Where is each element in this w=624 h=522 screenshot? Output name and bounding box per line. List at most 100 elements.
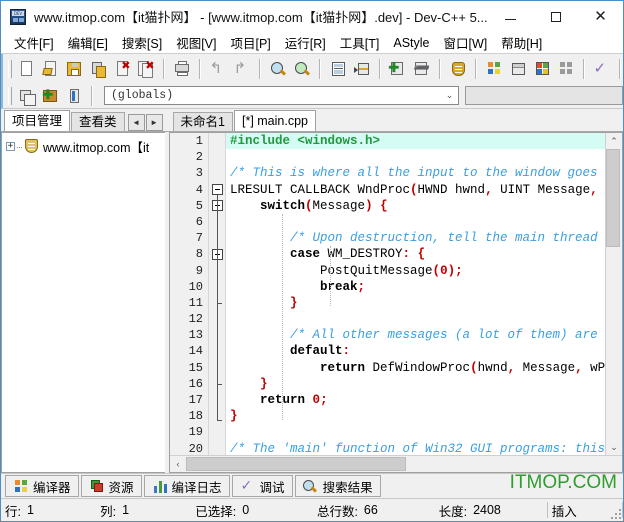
resize-grip[interactable]	[611, 509, 621, 519]
menu-item-window[interactable]: 窗口[W]	[437, 31, 495, 54]
magnifier-icon	[302, 479, 319, 494]
status-length-value: 2408	[473, 503, 501, 517]
dev-cpp-icon: DEV	[10, 8, 26, 25]
print-button[interactable]	[170, 57, 194, 80]
scope-combo[interactable]: (globals) ⌄	[104, 86, 459, 105]
bottom-tab-search-results[interactable]: 搜索结果	[294, 475, 381, 497]
line-number: 2	[195, 150, 203, 165]
status-selected: 已选择: 0	[191, 499, 313, 521]
line-number: 4	[195, 182, 203, 197]
menu-bar: 文件[F] 编辑[E] 搜索[S] 视图[V] 项目[P] 运行[R] 工具[T…	[1, 32, 623, 54]
code-area[interactable]: #include <windows.h> /* This is where al…	[226, 133, 605, 455]
new-project-button[interactable]	[14, 84, 38, 107]
editor-vertical-scrollbar[interactable]: ⌃ ⌄	[605, 133, 622, 455]
project-tree-root[interactable]: + www.itmop.com【it	[2, 133, 165, 158]
status-column-value: 1	[122, 503, 130, 517]
code-line[interactable]: #include <windows.h>	[226, 133, 605, 150]
tab-project-manager[interactable]: 项目管理	[4, 110, 71, 131]
minimize-button[interactable]	[488, 1, 533, 32]
fold-marker[interactable]	[212, 184, 223, 195]
vertical-scroll-track[interactable]	[606, 149, 622, 439]
editor-body: 1 2 3 4 5 6 7 8 9 10 11 12 13 14 15 16 1	[170, 133, 622, 455]
scroll-down-button[interactable]: ⌄	[606, 439, 622, 455]
chevron-down-icon[interactable]: ⌄	[441, 90, 458, 101]
bottom-tab-debug[interactable]: ✓ 调试	[231, 475, 293, 497]
open-file-button[interactable]	[38, 57, 62, 80]
toolbar-separator	[379, 58, 381, 79]
split-editor-button[interactable]	[350, 57, 374, 80]
menu-item-file[interactable]: 文件[F]	[7, 31, 61, 54]
code-line[interactable]: LRESULT CALLBACK WndProc(HWND hwnd, UINT…	[226, 182, 605, 198]
code-line[interactable]	[226, 424, 605, 440]
horizontal-scroll-thumb[interactable]	[186, 457, 406, 471]
vertical-scroll-thumb[interactable]	[606, 149, 620, 247]
line-number: 8	[195, 247, 203, 262]
code-line[interactable]: switch(Message) {	[226, 198, 605, 214]
tab-main-cpp[interactable]: [*] main.cpp	[233, 110, 316, 131]
menu-item-run[interactable]: 运行[R]	[278, 31, 333, 54]
indent-guide	[282, 214, 284, 420]
run-button[interactable]	[506, 57, 530, 80]
scroll-up-button[interactable]: ⌃	[606, 133, 622, 149]
tab-class-view[interactable]: 查看类	[71, 112, 125, 131]
new-source-button[interactable]: ✚	[38, 84, 62, 107]
toolbar-spacer-panel	[465, 86, 623, 105]
remove-from-project-button[interactable]: ➖	[410, 57, 434, 80]
save-button[interactable]	[62, 57, 86, 80]
new-file-button[interactable]	[14, 57, 38, 80]
menu-item-tools[interactable]: 工具[T]	[333, 31, 387, 54]
project-options-button[interactable]	[446, 57, 470, 80]
status-divider	[622, 502, 623, 518]
syntax-check-button[interactable]: ✓	[590, 57, 614, 80]
replace-button[interactable]	[290, 57, 314, 80]
compile-button[interactable]	[482, 57, 506, 80]
menu-item-project[interactable]: 项目[P]	[223, 31, 277, 54]
close-all-button[interactable]: ✖	[134, 57, 158, 80]
code-line[interactable]	[226, 149, 605, 165]
compile-run-button[interactable]	[530, 57, 554, 80]
code-folding-column[interactable]	[209, 133, 226, 455]
status-total-lines-label: 总行数:	[316, 504, 358, 519]
maximize-button[interactable]	[533, 1, 578, 32]
menu-item-search[interactable]: 搜索[S]	[115, 31, 169, 54]
bottom-tab-compile-log[interactable]: 编译日志	[143, 475, 230, 497]
color-squares-icon	[486, 61, 503, 77]
status-line-value: 1	[26, 503, 34, 517]
purple-check-icon: ✓	[240, 477, 253, 494]
bottom-tab-compiler[interactable]: 编译器	[5, 475, 79, 497]
code-line[interactable]: /* This is where all the input to the wi…	[226, 165, 605, 181]
tab-prev-button[interactable]: ◄	[127, 114, 145, 131]
menu-item-help[interactable]: 帮助[H]	[494, 31, 549, 54]
tab-untitled1[interactable]: 未命名1	[172, 112, 233, 131]
goto-line-button[interactable]	[326, 57, 350, 80]
editor-horizontal-scrollbar[interactable]: ‹	[170, 455, 622, 472]
close-file-button[interactable]: ✖	[110, 57, 134, 80]
scroll-left-button[interactable]: ‹	[170, 456, 186, 472]
find-button[interactable]	[266, 57, 290, 80]
line-number: 18	[188, 409, 203, 424]
toolbar-grip[interactable]	[6, 59, 12, 79]
redo-button[interactable]: ↱	[230, 57, 254, 80]
rebuild-all-button[interactable]	[554, 57, 578, 80]
fold-line	[217, 195, 218, 420]
close-button[interactable]: ✕	[578, 1, 623, 32]
toolbar-grip-2[interactable]	[6, 86, 12, 106]
save-all-button[interactable]	[86, 57, 110, 80]
line-number: 15	[188, 360, 203, 375]
dev-cpp-window: DEV www.itmop.com【it猫扑网】 - [www.itmop.co…	[0, 0, 624, 522]
open-project-button[interactable]	[62, 84, 86, 107]
gold-shield-icon	[450, 61, 467, 77]
undo-button[interactable]: ↰	[206, 57, 230, 80]
gold-shield-icon	[24, 139, 39, 154]
add-to-project-button[interactable]: ✚	[386, 57, 410, 80]
menu-item-view[interactable]: 视图[V]	[169, 31, 223, 54]
line-number: 12	[188, 312, 203, 327]
bottom-tab-label: 编译器	[33, 480, 71, 495]
bottom-tab-resources[interactable]: 资源	[80, 475, 142, 497]
code-line[interactable]: /* The 'main' function of Win32 GUI prog…	[226, 441, 605, 455]
menu-item-edit[interactable]: 编辑[E]	[61, 31, 115, 54]
tab-next-button[interactable]: ►	[145, 114, 163, 131]
line-number: 13	[188, 328, 203, 343]
expand-icon[interactable]: +	[6, 142, 15, 151]
menu-item-astyle[interactable]: AStyle	[386, 34, 436, 52]
